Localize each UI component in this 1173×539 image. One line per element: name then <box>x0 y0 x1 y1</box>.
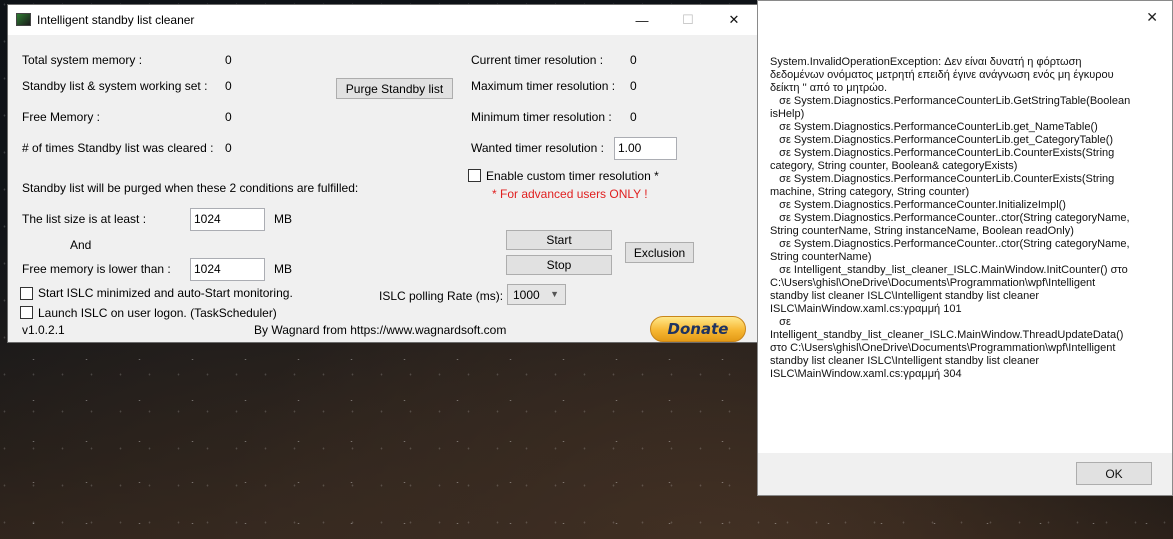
credit-link[interactable]: By Wagnard from https://www.wagnardsoft.… <box>254 323 506 337</box>
standby-list-label: Standby list & system working set : <box>22 79 208 93</box>
total-memory-value: 0 <box>225 53 232 67</box>
close-button[interactable]: ✕ <box>711 5 757 35</box>
free-memory-value: 0 <box>225 110 232 124</box>
free-memory-threshold-label: Free memory is lower than : <box>22 262 171 276</box>
polling-rate-select[interactable]: 1000 ▼ <box>507 284 566 305</box>
advanced-users-warning: * For advanced users ONLY ! <box>492 187 648 201</box>
start-button[interactable]: Start <box>506 230 612 250</box>
launch-on-logon-label: Launch ISLC on user logon. (TaskSchedule… <box>38 306 277 320</box>
exclusion-button[interactable]: Exclusion <box>625 242 694 263</box>
free-memory-threshold-unit: MB <box>274 262 292 276</box>
free-memory-label: Free Memory : <box>22 110 101 124</box>
wanted-timer-label: Wanted timer resolution : <box>471 141 604 155</box>
title-bar[interactable]: Intelligent standby list cleaner — ☐ ✕ <box>8 5 757 35</box>
free-memory-threshold-input[interactable]: 1024 <box>190 258 265 281</box>
minimize-button[interactable]: — <box>619 5 665 35</box>
list-size-input[interactable]: 1024 <box>190 208 265 231</box>
islc-main-window: Intelligent standby list cleaner — ☐ ✕ T… <box>7 4 758 343</box>
start-minimized-checkbox[interactable] <box>20 287 33 300</box>
version-label: v1.0.2.1 <box>22 323 65 337</box>
conditions-heading: Standby list will be purged when these 2… <box>22 181 359 195</box>
ok-button[interactable]: OK <box>1076 462 1152 485</box>
current-timer-value: 0 <box>630 53 637 67</box>
app-icon <box>16 13 31 26</box>
cleared-count-label: # of times Standby list was cleared : <box>22 141 214 155</box>
minimum-timer-value: 0 <box>630 110 637 124</box>
minimum-timer-label: Minimum timer resolution : <box>471 110 612 124</box>
wanted-timer-input[interactable]: 1.00 <box>614 137 677 160</box>
maximum-timer-value: 0 <box>630 79 637 93</box>
maximum-timer-label: Maximum timer resolution : <box>471 79 616 93</box>
current-timer-label: Current timer resolution : <box>471 53 604 67</box>
total-memory-label: Total system memory : <box>22 53 143 67</box>
window-title: Intelligent standby list cleaner <box>37 13 195 27</box>
cleared-count-value: 0 <box>225 141 232 155</box>
list-size-label: The list size is at least : <box>22 212 147 226</box>
maximize-button[interactable]: ☐ <box>665 5 711 35</box>
custom-timer-label: Enable custom timer resolution * <box>486 169 659 183</box>
and-label: And <box>70 238 92 252</box>
error-dialog: ✕ System.InvalidOperationException: Δεν … <box>757 0 1173 496</box>
purge-standby-button[interactable]: Purge Standby list <box>336 78 453 99</box>
list-size-unit: MB <box>274 212 292 226</box>
start-minimized-label: Start ISLC minimized and auto-Start moni… <box>38 286 293 300</box>
donate-button[interactable]: Donate <box>650 316 746 342</box>
dialog-close-button[interactable]: ✕ <box>1146 9 1158 26</box>
chevron-down-icon: ▼ <box>550 289 559 299</box>
custom-timer-checkbox[interactable] <box>468 169 481 182</box>
polling-rate-value: 1000 <box>513 288 540 302</box>
stop-button[interactable]: Stop <box>506 255 612 275</box>
dialog-footer: OK <box>758 453 1172 495</box>
standby-list-value: 0 <box>225 79 232 93</box>
error-message: System.InvalidOperationException: Δεν εί… <box>770 56 1131 380</box>
launch-on-logon-checkbox[interactable] <box>20 306 33 319</box>
polling-rate-label: ISLC polling Rate (ms): <box>379 289 504 303</box>
